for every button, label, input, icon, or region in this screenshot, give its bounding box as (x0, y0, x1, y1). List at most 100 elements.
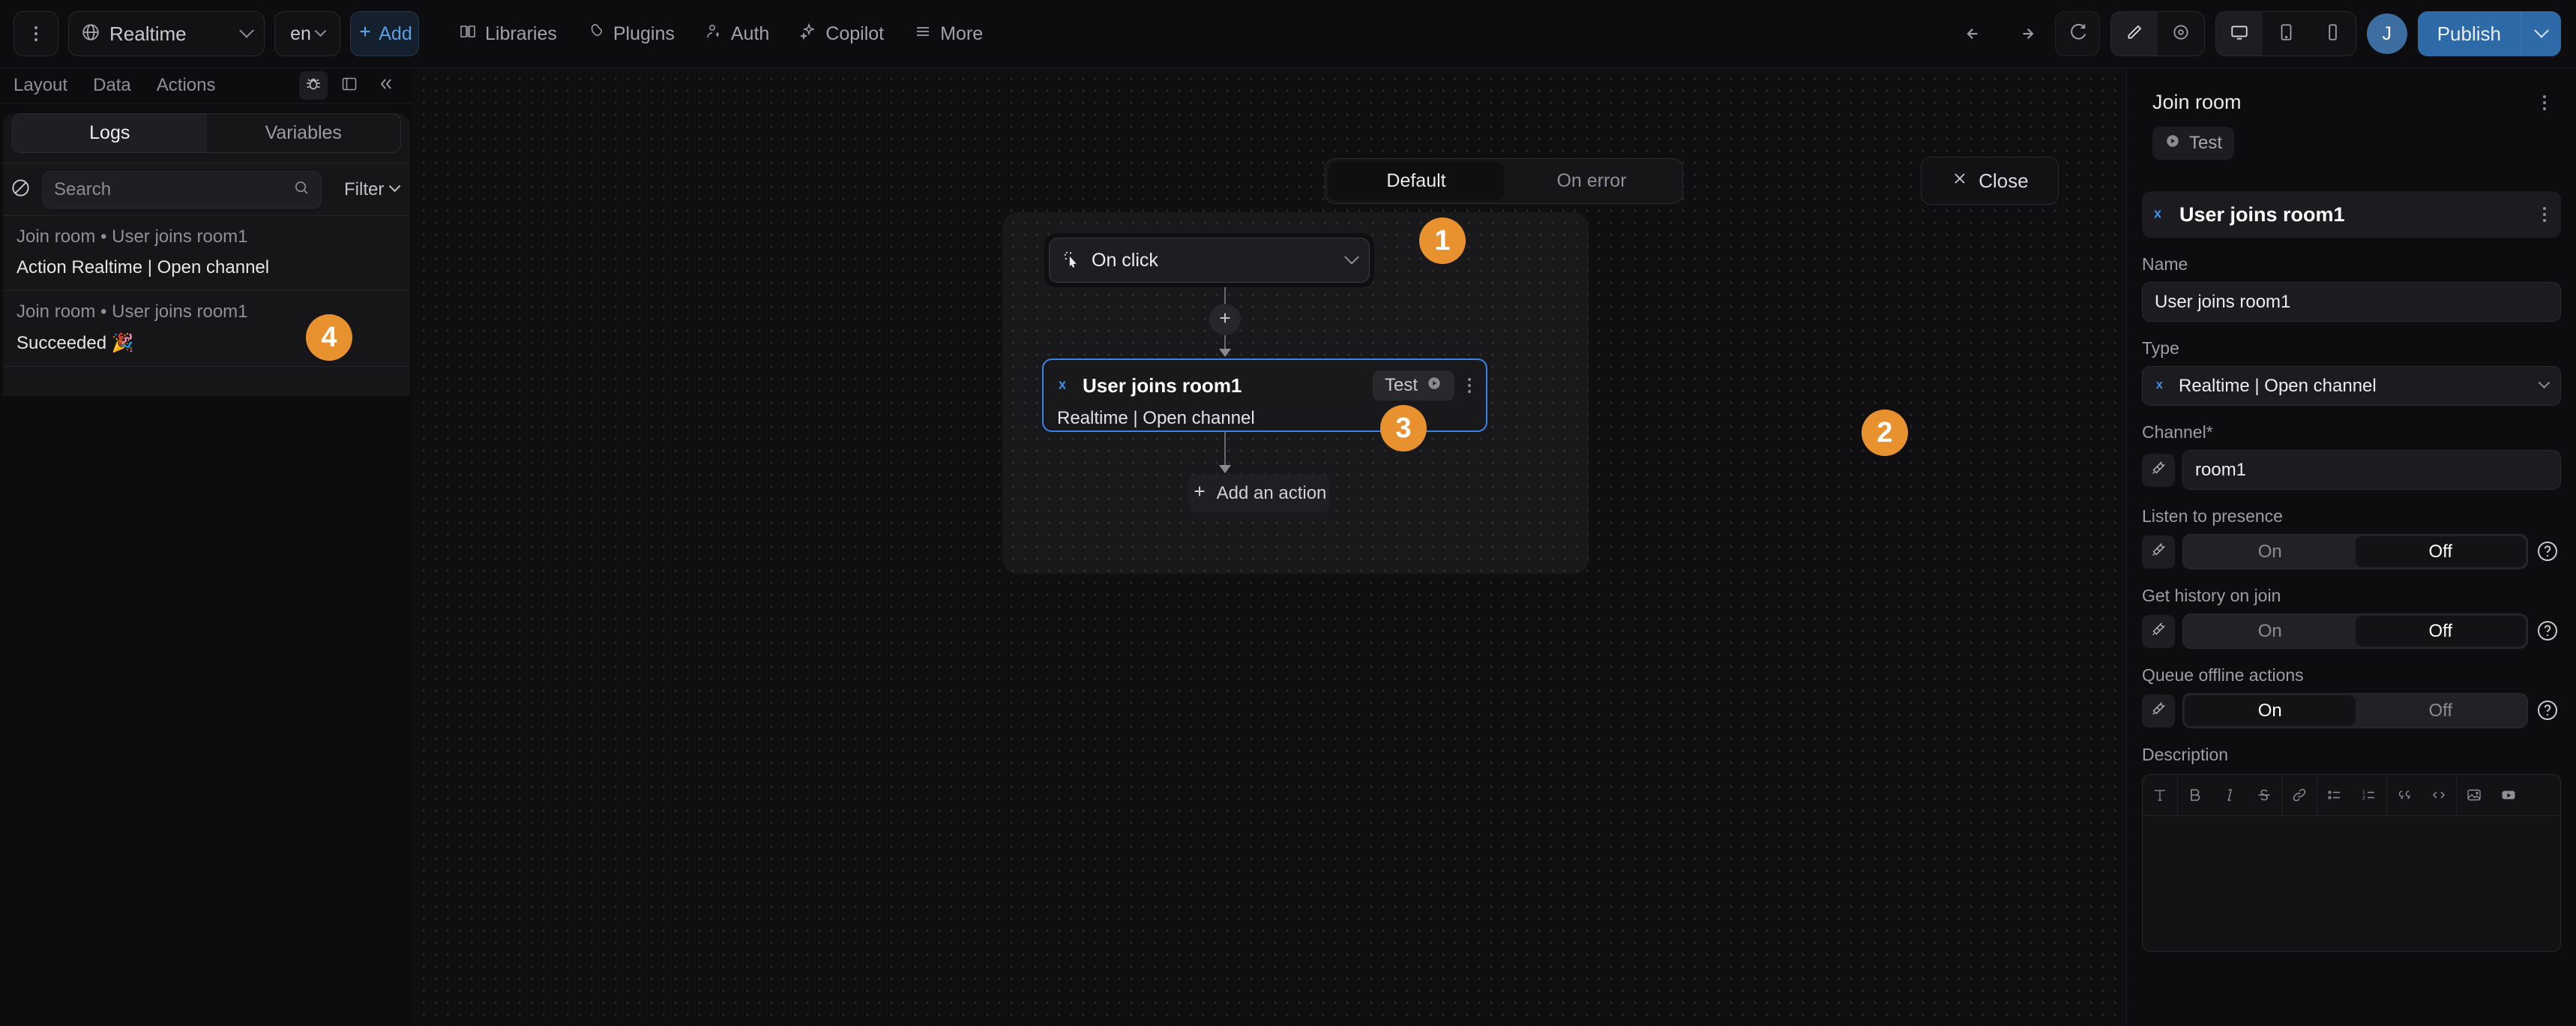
search-input[interactable] (54, 178, 286, 200)
flow-canvas[interactable]: Default On error Close On click x User j… (413, 68, 2126, 1026)
quote-icon-button[interactable] (2387, 775, 2422, 815)
callout-badge-3: 3 (1380, 405, 1427, 452)
filter-button[interactable]: Filter (334, 179, 409, 200)
type-select[interactable]: x Realtime | Open channel (2142, 366, 2561, 406)
nav-libraries[interactable]: Libraries (459, 22, 557, 46)
nav-auth[interactable]: Auth (705, 22, 769, 46)
tab-logs[interactable]: Logs (13, 114, 207, 152)
pencil-icon (2125, 22, 2144, 46)
refresh-icon (2067, 22, 2088, 46)
tab-data[interactable]: Data (93, 75, 131, 96)
selected-node-menu-button[interactable] (2539, 202, 2551, 226)
plug-icon (2150, 542, 2167, 562)
kebab-menu-icon (34, 26, 37, 41)
tab-on-error[interactable]: On error (1504, 162, 1679, 200)
preview-mode-button[interactable] (2158, 12, 2204, 56)
tab-default[interactable]: Default (1328, 162, 1504, 200)
logs-variables-toggle[interactable]: Logs Variables (12, 113, 401, 153)
listen-to-presence-toggle[interactable]: On Off (2182, 534, 2528, 569)
panel-layout-button[interactable] (335, 71, 364, 100)
properties-panel: Join room Test x User joins room1 Name U… (2126, 68, 2576, 1026)
nav-plugins[interactable]: Plugins (587, 22, 675, 46)
video-icon-button[interactable] (2491, 775, 2526, 815)
listen-to-presence-help-button[interactable] (2536, 539, 2561, 565)
listen-to-presence-bind-button[interactable] (2142, 535, 2175, 568)
app-menu-button[interactable] (13, 11, 58, 56)
clear-logs-button[interactable] (10, 172, 31, 207)
add-an-action-button[interactable]: Add an action (1188, 475, 1329, 512)
queue-offline-on[interactable]: On (2185, 695, 2356, 726)
get-history-on-join-toggle[interactable]: On Off (2182, 614, 2528, 649)
field-type-label: Type (2142, 338, 2179, 358)
log-list: Join room • User joins room1 Action Real… (3, 215, 410, 396)
edit-mode-button[interactable] (2110, 12, 2158, 56)
user-avatar[interactable]: J (2366, 14, 2407, 54)
trigger-select[interactable]: On click (1049, 238, 1370, 283)
action-node-menu-button[interactable] (1463, 374, 1475, 398)
tablet-viewport-button[interactable] (2263, 12, 2309, 56)
queue-offline-bind-button[interactable] (2142, 694, 2175, 728)
nav-copilot[interactable]: Copilot (799, 22, 884, 46)
add-button[interactable]: Add (350, 11, 419, 56)
globe-icon (81, 22, 100, 46)
publish-button-group[interactable]: Publish (2417, 11, 2561, 56)
strikethrough-icon-button[interactable] (2247, 775, 2281, 815)
channel-bind-button[interactable] (2142, 453, 2175, 487)
refresh-button[interactable] (2054, 11, 2100, 56)
action-node-test-button[interactable]: Test (1372, 370, 1454, 400)
viewport-toggle[interactable] (2215, 11, 2356, 56)
logs-card: Logs Variables Filter (3, 113, 410, 396)
publish-button[interactable]: Publish (2418, 11, 2521, 56)
listen-to-presence-on[interactable]: On (2185, 536, 2356, 567)
properties-menu-button[interactable] (2539, 91, 2551, 115)
tab-layout[interactable]: Layout (13, 75, 67, 96)
page-title: Join room (2152, 91, 2242, 113)
chevron-down-icon (314, 24, 327, 37)
get-history-off[interactable]: Off (2355, 616, 2526, 646)
code-icon-button[interactable] (2422, 775, 2456, 815)
get-history-on[interactable]: On (2185, 616, 2356, 646)
get-history-bind-button[interactable] (2142, 614, 2175, 648)
link-icon-button[interactable] (2282, 775, 2317, 815)
logs-search-box[interactable] (43, 170, 322, 208)
language-selector[interactable]: en (274, 11, 340, 56)
close-button[interactable]: Close (1921, 157, 2059, 205)
mobile-viewport-button[interactable] (2309, 12, 2356, 56)
bold-icon-button[interactable] (2178, 775, 2212, 815)
queue-offline-help-button[interactable] (2536, 698, 2561, 724)
get-history-help-button[interactable] (2536, 619, 2561, 644)
trigger-node[interactable]: On click (1044, 233, 1374, 287)
flow-mode-tabs[interactable]: Default On error (1325, 158, 1683, 204)
click-cursor-icon (1062, 249, 1081, 272)
numbered-list-icon-button[interactable]: 12 (2352, 775, 2386, 815)
image-icon-button[interactable] (2457, 775, 2491, 815)
nav-more[interactable]: More (914, 22, 983, 46)
channel-input[interactable]: room1 (2182, 450, 2561, 490)
collapse-panel-button[interactable] (371, 71, 400, 100)
queue-offline-actions-toggle[interactable]: On Off (2182, 693, 2528, 728)
selected-node-header[interactable]: x User joins room1 (2142, 191, 2561, 238)
publish-dropdown-button[interactable] (2521, 11, 2561, 56)
text-style-icon-button[interactable] (2143, 775, 2177, 815)
left-panel: Layout Data Actions Logs Variables Searc… (0, 68, 413, 1026)
queue-offline-off[interactable]: Off (2356, 695, 2527, 726)
run-test-button[interactable]: Test (2152, 127, 2235, 160)
field-type: Type x Realtime | Open channel (2142, 338, 2561, 406)
left-panel-tabs: Layout Data Actions (0, 68, 413, 104)
log-entry[interactable]: Join room • User joins room1 Action Real… (3, 215, 410, 290)
undo-button[interactable] (1956, 14, 1995, 53)
search-icon (292, 178, 310, 200)
tab-actions[interactable]: Actions (157, 75, 216, 96)
listen-to-presence-off[interactable]: Off (2355, 536, 2526, 567)
workspace-selector[interactable]: Realtime (68, 11, 265, 56)
italic-icon-button[interactable] (2212, 775, 2247, 815)
add-node-button[interactable] (1209, 304, 1241, 335)
bullet-list-icon-button[interactable] (2317, 775, 2352, 815)
redo-button[interactable] (2005, 14, 2044, 53)
name-input[interactable]: User joins room1 (2142, 282, 2561, 322)
tab-variables[interactable]: Variables (207, 114, 401, 152)
desktop-viewport-button[interactable] (2215, 12, 2263, 56)
description-editor[interactable] (2143, 816, 2560, 951)
debug-bug-icon-button[interactable] (299, 71, 328, 100)
edit-preview-toggle[interactable] (2110, 11, 2205, 56)
